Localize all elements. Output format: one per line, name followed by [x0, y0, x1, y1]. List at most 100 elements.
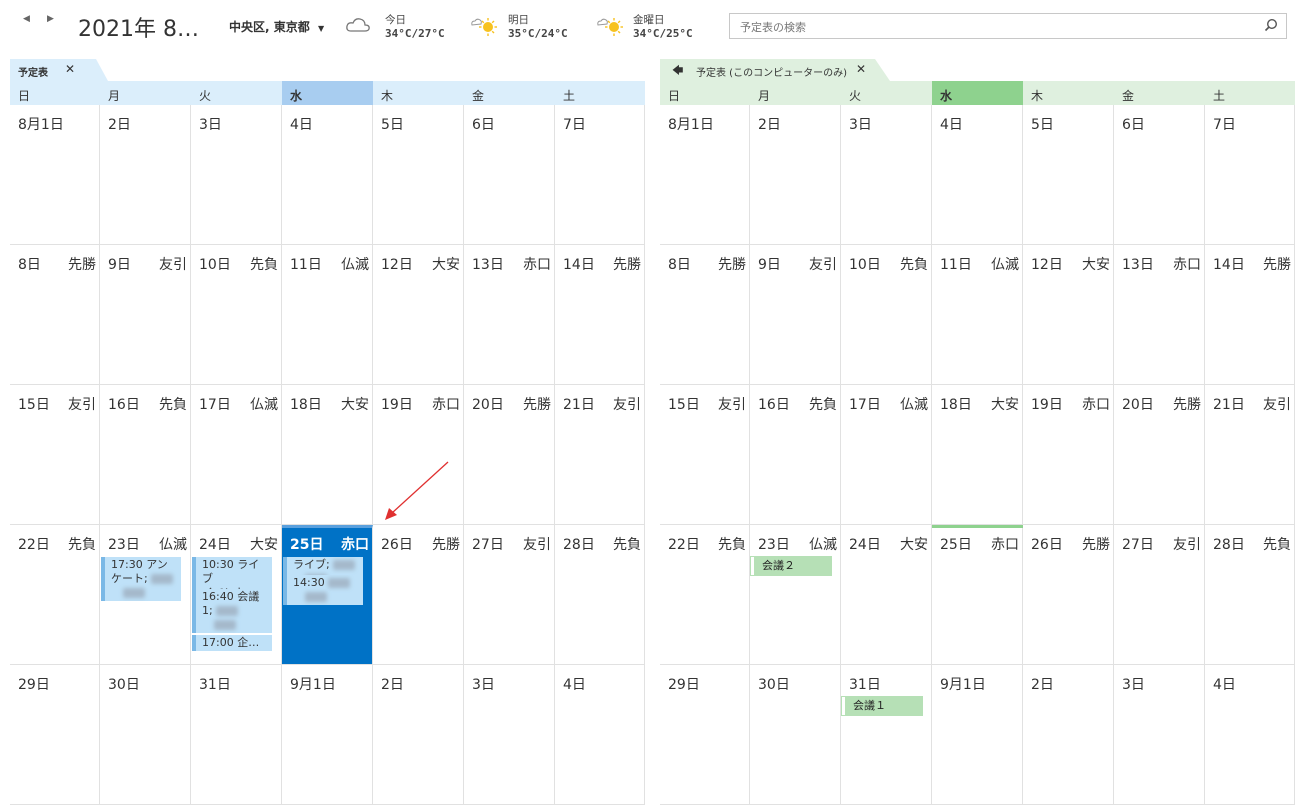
close-icon[interactable]: ✕ — [65, 62, 75, 76]
day-cell[interactable]: 13日 赤口 — [1114, 245, 1205, 385]
day-cell[interactable]: 8日 先勝 — [10, 245, 100, 385]
day-cell[interactable]: 17日 仏滅 — [841, 385, 932, 525]
calendar-event[interactable]: 会議１ — [841, 696, 923, 716]
day-cell[interactable]: 2日 — [750, 105, 841, 245]
day-cell[interactable]: 6日 — [464, 105, 555, 245]
day-cell[interactable]: 9日 友引 — [750, 245, 841, 385]
day-cell[interactable]: 21日 友引 — [1205, 385, 1295, 525]
location-selector[interactable]: 中央区, 東京都 ▼ — [229, 18, 324, 35]
day-cell[interactable]: 31日 — [191, 665, 282, 805]
day-cell[interactable]: 29日 — [660, 665, 750, 805]
day-cell[interactable]: 20日 先勝 — [1114, 385, 1205, 525]
day-cell[interactable]: 2日 — [373, 665, 464, 805]
day-number: 8月1日 — [668, 117, 714, 133]
day-cell[interactable]: 24日 大安 — [841, 525, 932, 665]
weather-day: 明日 — [508, 14, 529, 26]
day-number: 15日 — [18, 397, 50, 413]
day-cell[interactable]: 12日 大安 — [1023, 245, 1114, 385]
day-number: 21日 — [1213, 397, 1245, 413]
previous-month-icon[interactable]: ◀ — [23, 14, 30, 24]
day-cell[interactable]: 28日 先負 — [1205, 525, 1295, 665]
chevron-down-icon: ▼ — [317, 24, 325, 33]
day-cell[interactable]: 5日 — [1023, 105, 1114, 245]
day-cell[interactable]: 18日 大安 — [282, 385, 373, 525]
day-cell[interactable]: 7日 — [555, 105, 645, 245]
day-cell[interactable]: 16日 先負 — [750, 385, 841, 525]
day-cell[interactable]: 4日 — [932, 105, 1023, 245]
day-cell[interactable]: 22日 先負 — [660, 525, 750, 665]
day-cell[interactable]: 5日 — [373, 105, 464, 245]
page-title[interactable]: 2021年 8… — [78, 11, 199, 43]
day-cell[interactable]: 8日 先勝 — [660, 245, 750, 385]
day-cell[interactable]: 31日 — [841, 665, 932, 805]
day-cell[interactable]: 2日 — [1023, 665, 1114, 805]
rokuyo-label: 友引 — [523, 537, 551, 553]
day-cell[interactable]: 3日 — [191, 105, 282, 245]
rokuyo-label: 友引 — [718, 397, 746, 413]
day-number: 3日 — [199, 117, 222, 133]
day-cell[interactable]: 30日 — [100, 665, 191, 805]
day-cell[interactable]: 14日 先勝 — [555, 245, 645, 385]
day-cell[interactable]: 27日 友引 — [1114, 525, 1205, 665]
day-cell[interactable]: 20日 先勝 — [464, 385, 555, 525]
close-icon[interactable]: ✕ — [856, 62, 866, 76]
day-cell[interactable]: 29日 — [10, 665, 100, 805]
day-cell[interactable]: 30日 — [750, 665, 841, 805]
calendar-event[interactable]: 17:30 アン ケート; — [101, 557, 181, 601]
tab-calendar[interactable]: 予定表 ✕ — [10, 59, 108, 81]
day-cell[interactable]: 15日 友引 — [660, 385, 750, 525]
search-box[interactable] — [729, 13, 1287, 39]
day-cell[interactable]: 11日 仏滅 — [932, 245, 1023, 385]
calendar-event[interactable]: 会議２ — [750, 556, 832, 576]
day-cell[interactable]: 22日 先負 — [10, 525, 100, 665]
day-cell[interactable]: 14日 先勝 — [1205, 245, 1295, 385]
day-cell[interactable]: 11日 仏滅 — [282, 245, 373, 385]
day-number: 31日 — [199, 677, 231, 693]
calendar-event[interactable]: 17:00 企… — [192, 635, 272, 651]
back-arrow-icon[interactable]: 🡄 — [672, 62, 683, 81]
day-cell[interactable]: 8月1日 — [660, 105, 750, 245]
day-cell[interactable]: 6日 — [1114, 105, 1205, 245]
event-text: ライブ; — [293, 558, 361, 572]
day-cell[interactable]: 13日 赤口 — [464, 245, 555, 385]
day-cell[interactable]: 3日 — [841, 105, 932, 245]
tab-local-calendar[interactable]: 🡄 予定表 (このコンピューターのみ) ✕ — [660, 59, 890, 81]
calendar-event[interactable]: 16:40 会議 1; — [192, 589, 272, 633]
day-cell[interactable]: 27日 友引 — [464, 525, 555, 665]
day-cell[interactable]: 26日 先勝 — [373, 525, 464, 665]
day-cell[interactable]: 17日 仏滅 — [191, 385, 282, 525]
calendar-event[interactable]: 14:30 — [283, 575, 363, 605]
search-input[interactable] — [738, 17, 1242, 37]
day-cell[interactable]: 28日 先負 — [555, 525, 645, 665]
day-cell[interactable]: 10日 先負 — [841, 245, 932, 385]
day-cell[interactable]: 4日 — [1205, 665, 1295, 805]
day-cell[interactable]: 7日 — [1205, 105, 1295, 245]
day-cell[interactable]: 12日 大安 — [373, 245, 464, 385]
day-cell[interactable]: 26日 先勝 — [1023, 525, 1114, 665]
day-cell[interactable]: 15日 友引 — [10, 385, 100, 525]
rokuyo-label: 先勝 — [718, 257, 746, 273]
day-cell[interactable]: 19日 赤口 — [1023, 385, 1114, 525]
day-cell[interactable]: 18日 大安 — [932, 385, 1023, 525]
day-cell[interactable]: 16日 先負 — [100, 385, 191, 525]
tab-label: 予定表 — [18, 68, 48, 79]
day-cell[interactable]: 4日 — [555, 665, 645, 805]
rokuyo-label: 先負 — [718, 537, 746, 553]
day-cell[interactable]: 4日 — [282, 105, 373, 245]
day-cell[interactable]: 21日 友引 — [555, 385, 645, 525]
day-cell[interactable]: 9日 友引 — [100, 245, 191, 385]
day-cell[interactable]: 2日 — [100, 105, 191, 245]
day-cell[interactable]: 9月1日 — [932, 665, 1023, 805]
day-cell[interactable]: 8月1日 — [10, 105, 100, 245]
day-cell[interactable]: 9月1日 — [282, 665, 373, 805]
day-number: 13日 — [1122, 257, 1154, 273]
event-text: ケート; — [111, 572, 179, 586]
day-cell[interactable]: 3日 — [464, 665, 555, 805]
search-icon[interactable] — [1264, 18, 1278, 32]
day-cell[interactable]: 3日 — [1114, 665, 1205, 805]
next-month-icon[interactable]: ▶ — [47, 14, 54, 24]
day-cell[interactable]: 25日 赤口 — [932, 525, 1023, 665]
day-cell[interactable]: 23日 仏滅 — [750, 525, 841, 665]
day-number: 3日 — [472, 677, 495, 693]
day-cell[interactable]: 10日 先負 — [191, 245, 282, 385]
